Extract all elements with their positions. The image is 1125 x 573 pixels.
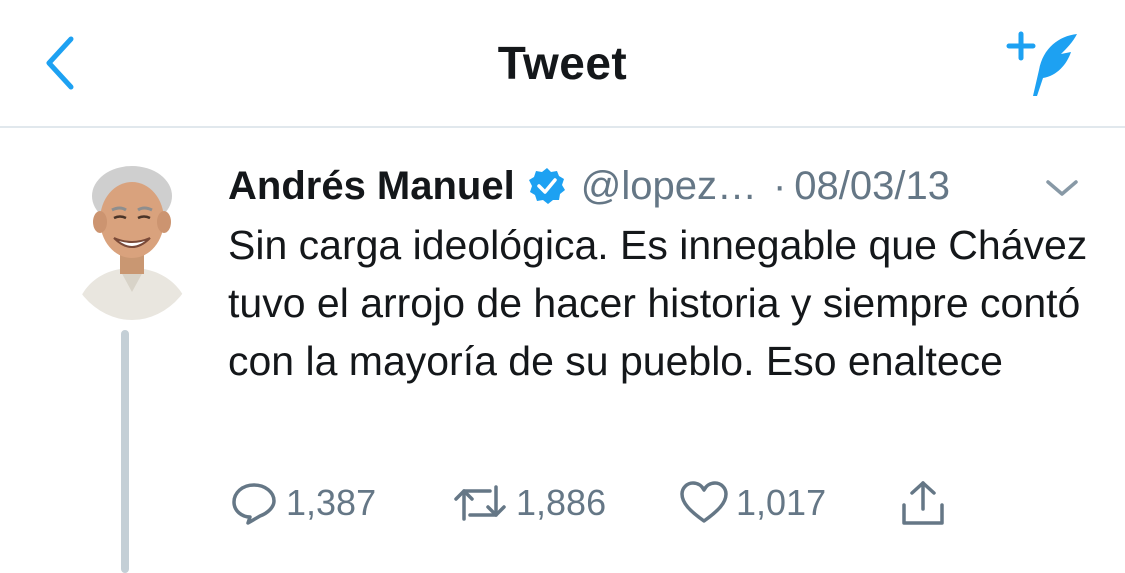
tweet-menu-button[interactable] — [1040, 172, 1084, 204]
reply-count: 1,387 — [286, 482, 377, 523]
tweet-header: Andrés Manuel @lopez… · 08/03/13 — [228, 160, 1088, 212]
chevron-down-icon — [1046, 180, 1078, 196]
reply-icon — [232, 483, 276, 525]
author-handle[interactable]: @lopez… — [581, 164, 757, 209]
compose-tweet-button[interactable] — [998, 24, 1088, 104]
verified-badge-icon — [527, 166, 567, 206]
tweet-action-bar: 1,387 1,886 1,017 — [228, 478, 988, 528]
like-button[interactable]: 1,017 — [678, 478, 826, 528]
reply-button[interactable]: 1,387 — [228, 478, 376, 528]
like-count: 1,017 — [736, 482, 827, 523]
tweet-date[interactable]: 08/03/13 — [794, 164, 950, 209]
author-avatar[interactable] — [64, 160, 200, 320]
top-navigation-bar: Tweet — [0, 0, 1125, 128]
share-button[interactable] — [898, 478, 948, 528]
retweet-icon — [454, 485, 506, 521]
compose-tweet-icon — [1006, 31, 1077, 96]
retweet-count: 1,886 — [516, 482, 607, 523]
avatar-photo — [64, 160, 200, 320]
author-name[interactable]: Andrés Manuel — [228, 164, 515, 209]
heart-icon — [680, 481, 728, 523]
meta-separator: · — [772, 163, 787, 208]
share-icon — [902, 481, 944, 525]
page-title: Tweet — [497, 37, 628, 89]
retweet-button[interactable]: 1,886 — [450, 478, 606, 528]
thread-connector-line — [121, 330, 129, 573]
tweet-text: Sin carga ideológica. Es innegable que C… — [228, 222, 1088, 384]
